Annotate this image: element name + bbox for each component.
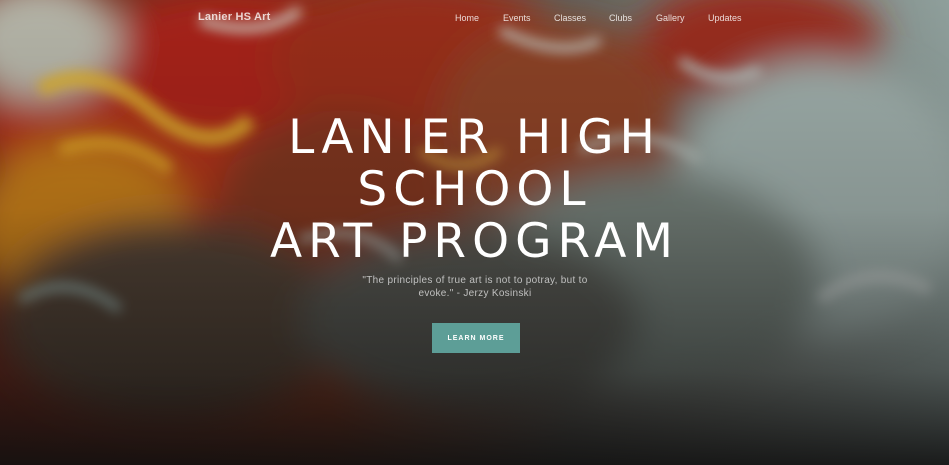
hero-section: Lanier HS Art Home Events Classes Clubs … — [0, 0, 949, 465]
nav-link-updates[interactable]: Updates — [708, 13, 742, 23]
hero-title: LANIER HIGH SCHOOL ART PROGRAM — [0, 112, 949, 268]
hero-title-line: ART PROGRAM — [270, 214, 679, 269]
nav-link-classes[interactable]: Classes — [554, 13, 586, 23]
hero-title-line: SCHOOL — [357, 162, 592, 217]
nav-links: Home Events Classes Clubs Gallery Update… — [0, 13, 949, 27]
nav-link-events[interactable]: Events — [503, 13, 531, 23]
hero-quote: "The principles of true art is not to po… — [340, 274, 610, 300]
nav-link-home[interactable]: Home — [455, 13, 479, 23]
learn-more-button[interactable]: LEARN MORE — [432, 323, 520, 353]
nav-link-clubs[interactable]: Clubs — [609, 13, 632, 23]
hero-quote-line: evoke." - Jerzy Kosinski — [418, 288, 532, 299]
hero-title-line: LANIER HIGH — [288, 110, 661, 165]
hero-quote-line: "The principles of true art is not to po… — [362, 275, 588, 286]
top-navbar: Lanier HS Art Home Events Classes Clubs … — [0, 0, 949, 36]
nav-link-gallery[interactable]: Gallery — [656, 13, 685, 23]
